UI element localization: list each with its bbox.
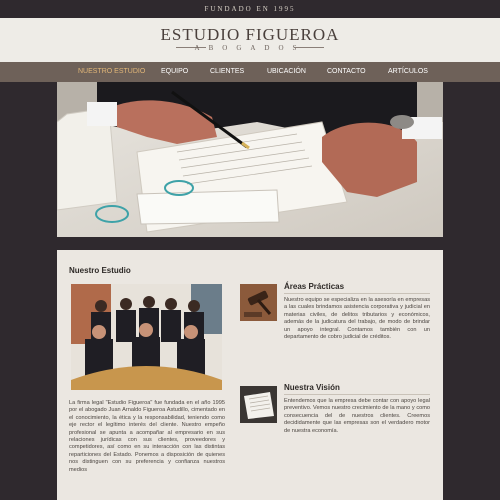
about-title: Nuestro Estudio [69,266,131,275]
vision-text: Entendemos que la empresa debe contar co… [284,398,430,434]
nav-nuestro-estudio[interactable]: NUESTRO ESTUDIO [78,62,145,82]
logo-subtitle: ABOGADOS [194,44,306,52]
top-bar: FUNDADO EN 1995 [0,0,500,18]
vision-divider [284,394,430,395]
gavel-image [240,284,277,321]
founded-text: FUNDADO EN 1995 [204,5,296,13]
nav-ubicacion[interactable]: UBICACIÓN [267,62,306,82]
nav-articulos[interactable]: ARTÍCULOS [388,62,428,82]
nav-contacto[interactable]: CONTACTO [327,62,366,82]
team-photo [71,284,222,390]
nav-clientes[interactable]: CLIENTES [210,62,244,82]
document-image [240,386,277,423]
main-nav: NUESTRO ESTUDIO EQUIPO CLIENTES UBICACIÓ… [0,62,500,82]
logo-rule-right [294,47,324,48]
nav-equipo[interactable]: EQUIPO [161,62,188,82]
about-text: La firma legal "Estudio Figueroa" fue fu… [69,400,225,473]
practice-text: Nuestro equipo se especializa en la ases… [284,297,430,341]
logo-title[interactable]: ESTUDIO FIGUEROA [0,25,500,45]
practice-divider [284,293,430,294]
site-header: ESTUDIO FIGUEROA ABOGADOS [0,18,500,62]
vision-title: Nuestra Visión [284,383,340,392]
content-panel: Nuestro Estudio La firma legal "Estudio … [57,250,443,500]
hero-image [57,82,443,237]
practice-title: Áreas Prácticas [284,282,345,291]
